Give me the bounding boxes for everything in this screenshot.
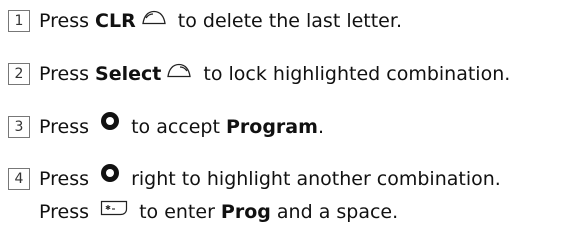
step-2: 2 Press Select to lock highlighted combi… (8, 58, 510, 91)
step-1: 1 Press CLR to delete the last letter. (8, 5, 402, 38)
nav-key-icon (100, 161, 120, 194)
clr-softkey-left-icon (141, 3, 167, 36)
select-softkey-right-icon (166, 56, 192, 89)
menu-option: Prog (220, 201, 271, 223)
nav-key-icon (100, 109, 120, 142)
step-number: 4 (8, 168, 30, 190)
step-4: 4 Press right to highlight another combi… (8, 163, 501, 229)
step-text: Press CLR to delete the last letter. (39, 5, 402, 38)
step-number: 3 (8, 116, 30, 138)
menu-option: Program (225, 116, 318, 138)
step-text: Press to accept Program. (39, 111, 324, 144)
step-3: 3 Press to accept Program. (8, 111, 324, 144)
step-text: Press Select to lock highlighted combina… (39, 58, 510, 91)
key-name: CLR (95, 10, 136, 32)
step-number: 1 (8, 10, 30, 32)
step-text-line-2: Press to enter Prog and a space. (39, 196, 501, 229)
step-text-line-1: Press right to highlight another combina… (39, 163, 501, 196)
step-number: 2 (8, 63, 30, 85)
star-key-icon (100, 194, 128, 227)
key-name: Select (95, 63, 162, 85)
